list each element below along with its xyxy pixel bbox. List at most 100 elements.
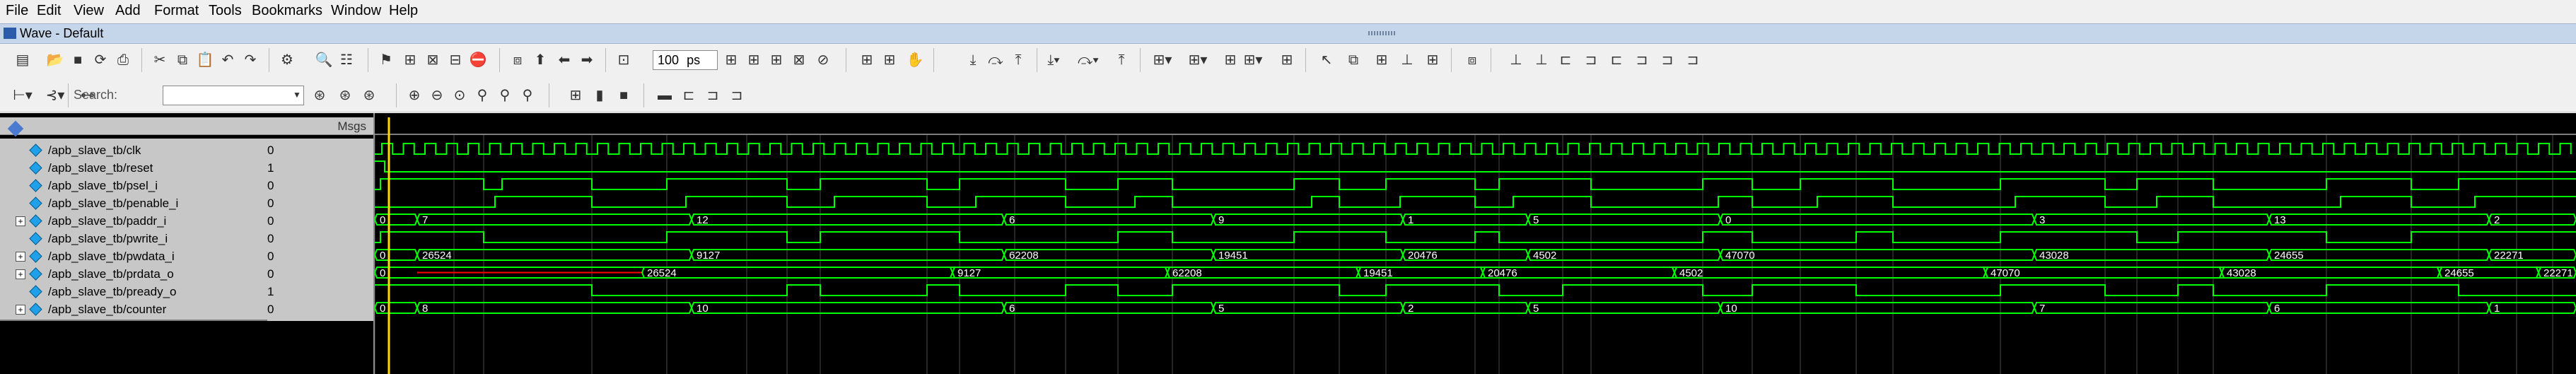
print-icon[interactable]: ⎙ xyxy=(113,50,133,70)
waveform-format-icon[interactable]: ▬ xyxy=(655,86,675,105)
delta-icon[interactable]: ⊞ xyxy=(1423,50,1443,70)
assertion-icon[interactable]: ⊞▾ xyxy=(1243,50,1263,70)
zoom-range-icon[interactable]: ⚲ xyxy=(495,86,515,105)
menu-file[interactable]: File xyxy=(6,3,28,18)
zoom-last-icon[interactable]: ⚲ xyxy=(518,86,537,105)
waveform-pane[interactable]: 0 7 12 6 9 1 5 0 3 13 2 0 26524 9127 62208 19451 20476 45… xyxy=(375,113,2576,374)
run-length-icon[interactable]: ⊡ xyxy=(614,50,634,70)
restart-icon[interactable]: ⊘ xyxy=(813,50,833,70)
waveform-canvas[interactable]: 0 7 12 6 9 1 5 0 3 13 20 26524 9127 62208 19451 20476 45… xyxy=(375,113,2576,374)
signal-row[interactable]: /apb_slave_tb/psel_i xyxy=(0,177,267,194)
layout-icon[interactable]: ☷ xyxy=(337,50,356,70)
zoom-mode-icon[interactable]: ⧉ xyxy=(1344,50,1363,70)
undo-icon[interactable]: ↶ xyxy=(218,50,238,70)
up-icon[interactable]: ⬆ xyxy=(530,50,550,70)
menu-help[interactable]: Help xyxy=(389,3,418,18)
forward-icon[interactable]: ➡ xyxy=(577,50,597,70)
continue-icon[interactable]: ⊞ xyxy=(744,50,764,70)
break-icon[interactable]: ⊟ xyxy=(445,50,465,70)
search-dropdown-icon[interactable]: ▼ xyxy=(291,86,303,103)
end-transition-icon[interactable]: ⊐ xyxy=(1683,50,1703,70)
signal-row[interactable]: /apb_slave_tb/penable_i xyxy=(0,194,267,212)
compile-all-icon[interactable]: ⊞ xyxy=(400,50,420,70)
step-over-icon[interactable]: ⤼ xyxy=(986,50,1006,70)
expand-icon[interactable]: ⊰▾ xyxy=(45,86,65,105)
menu-format[interactable]: Format xyxy=(154,3,199,18)
profile-icon[interactable]: ⊞▾ xyxy=(1188,50,1208,70)
wave-compare-icon[interactable]: ⊞ xyxy=(857,50,877,70)
step-dropdown-icon[interactable]: ⤓▾ xyxy=(1044,50,1063,70)
transition-prev-icon[interactable]: ⊏ xyxy=(679,86,699,105)
coverage-icon[interactable]: ⊞ xyxy=(1220,50,1240,70)
reload-icon[interactable]: ⟳ xyxy=(91,50,110,70)
signal-row[interactable]: /apb_slave_tb/pwrite_i xyxy=(0,230,267,247)
copy-icon[interactable]: ⧉ xyxy=(173,50,192,70)
step-out-icon[interactable]: ⤒ xyxy=(1008,50,1028,70)
expand-icon[interactable]: + xyxy=(16,216,25,226)
run-all-icon[interactable]: ⊞ xyxy=(767,50,786,70)
signal-row[interactable]: /apb_slave_tb/clk xyxy=(0,141,267,159)
search-back-icon[interactable]: ⊛ xyxy=(335,86,355,105)
run-length-input[interactable]: 100 ps xyxy=(653,50,718,70)
zoom-cursor-icon[interactable]: ⚲ xyxy=(472,86,492,105)
expand-icon[interactable]: + xyxy=(16,305,25,315)
cursor-mode-icon[interactable]: ⊥ xyxy=(1397,50,1417,70)
menu-bookmarks[interactable]: Bookmarks xyxy=(252,3,322,18)
expand-icon[interactable]: + xyxy=(16,269,25,279)
edit-mode-icon[interactable]: ⊞ xyxy=(1372,50,1392,70)
cursor-lock-icon[interactable]: ▮ xyxy=(590,86,610,105)
menu-add[interactable]: Add xyxy=(115,3,141,18)
simulate-icon[interactable]: ⊠ xyxy=(423,50,443,70)
next-edge-icon[interactable]: ⊐ xyxy=(1581,50,1601,70)
save-icon[interactable]: ■ xyxy=(68,50,88,70)
drag-grip[interactable] xyxy=(1368,31,1397,35)
redo-icon[interactable]: ↷ xyxy=(240,50,260,70)
back-icon[interactable]: ⬅ xyxy=(554,50,574,70)
delete-cursor-icon[interactable]: ⊥ xyxy=(1532,50,1551,70)
last-transition-icon[interactable]: ⊐ xyxy=(1657,50,1677,70)
select-cursor-icon[interactable]: ↖ xyxy=(1317,50,1336,70)
insert-divider-icon[interactable]: ⊢▾ xyxy=(13,86,33,105)
step-out-2-icon[interactable]: ⤒ xyxy=(1112,50,1131,70)
compile-icon[interactable]: ⚑ xyxy=(376,50,396,70)
settings-icon[interactable]: ⚙ xyxy=(277,50,297,70)
transition-end-icon[interactable]: ⊐ xyxy=(727,86,747,105)
next-transition-icon[interactable]: ⊐ xyxy=(1632,50,1652,70)
bookmark-icon[interactable]: ⧈ xyxy=(1462,50,1482,70)
step-over-dropdown-icon[interactable]: ⤼▾ xyxy=(1078,50,1099,70)
zoom-full-icon[interactable]: ⊙ xyxy=(450,86,470,105)
hand-icon[interactable]: ✋ xyxy=(905,50,925,70)
cursor-add-icon[interactable]: ⊞ xyxy=(566,86,585,105)
find-icon[interactable]: 🔍 xyxy=(314,50,334,70)
transition-next-icon[interactable]: ⊐ xyxy=(703,86,723,105)
menu-view[interactable]: View xyxy=(74,3,104,18)
zoom-in-icon[interactable]: ⊕ xyxy=(404,86,424,105)
cursor-color-icon[interactable]: ■ xyxy=(614,86,634,105)
search-options-icon[interactable]: ⊛ xyxy=(359,86,379,105)
expand-icon[interactable]: + xyxy=(16,252,25,262)
paste-icon[interactable]: 📋 xyxy=(195,50,215,70)
signal-row[interactable]: + /apb_slave_tb/counter xyxy=(0,300,267,318)
zoom-out-icon[interactable]: ⊖ xyxy=(427,86,447,105)
fsm-icon[interactable]: ⊞ xyxy=(1277,50,1297,70)
menu-edit[interactable]: Edit xyxy=(37,3,61,18)
dataflow-icon[interactable]: ⊞ xyxy=(880,50,899,70)
prev-edge-icon[interactable]: ⊏ xyxy=(1556,50,1575,70)
run-icon[interactable]: ⊞ xyxy=(721,50,741,70)
break-run-icon[interactable]: ⊠ xyxy=(789,50,809,70)
search-input[interactable] xyxy=(163,86,304,105)
prev-transition-icon[interactable]: ⊏ xyxy=(1607,50,1626,70)
search-forward-icon[interactable]: ⊛ xyxy=(310,86,330,105)
memory-icon[interactable]: ⊞▾ xyxy=(1153,50,1172,70)
new-icon[interactable]: ▤ xyxy=(13,50,33,70)
open-icon[interactable]: 📂 xyxy=(45,50,65,70)
menu-tools[interactable]: Tools xyxy=(209,3,242,18)
menu-window[interactable]: Window xyxy=(331,3,381,18)
signal-row[interactable]: + /apb_slave_tb/paddr_i xyxy=(0,212,267,230)
signal-row[interactable]: + /apb_slave_tb/prdata_o xyxy=(0,265,267,283)
step-into-icon[interactable]: ⤓ xyxy=(963,50,983,70)
signal-row[interactable]: /apb_slave_tb/pready_o xyxy=(0,283,267,300)
stop-icon[interactable]: ⛔ xyxy=(468,50,488,70)
insert-cursor-icon[interactable]: ⊥ xyxy=(1506,50,1526,70)
step-icon[interactable]: ⧈ xyxy=(508,50,528,70)
